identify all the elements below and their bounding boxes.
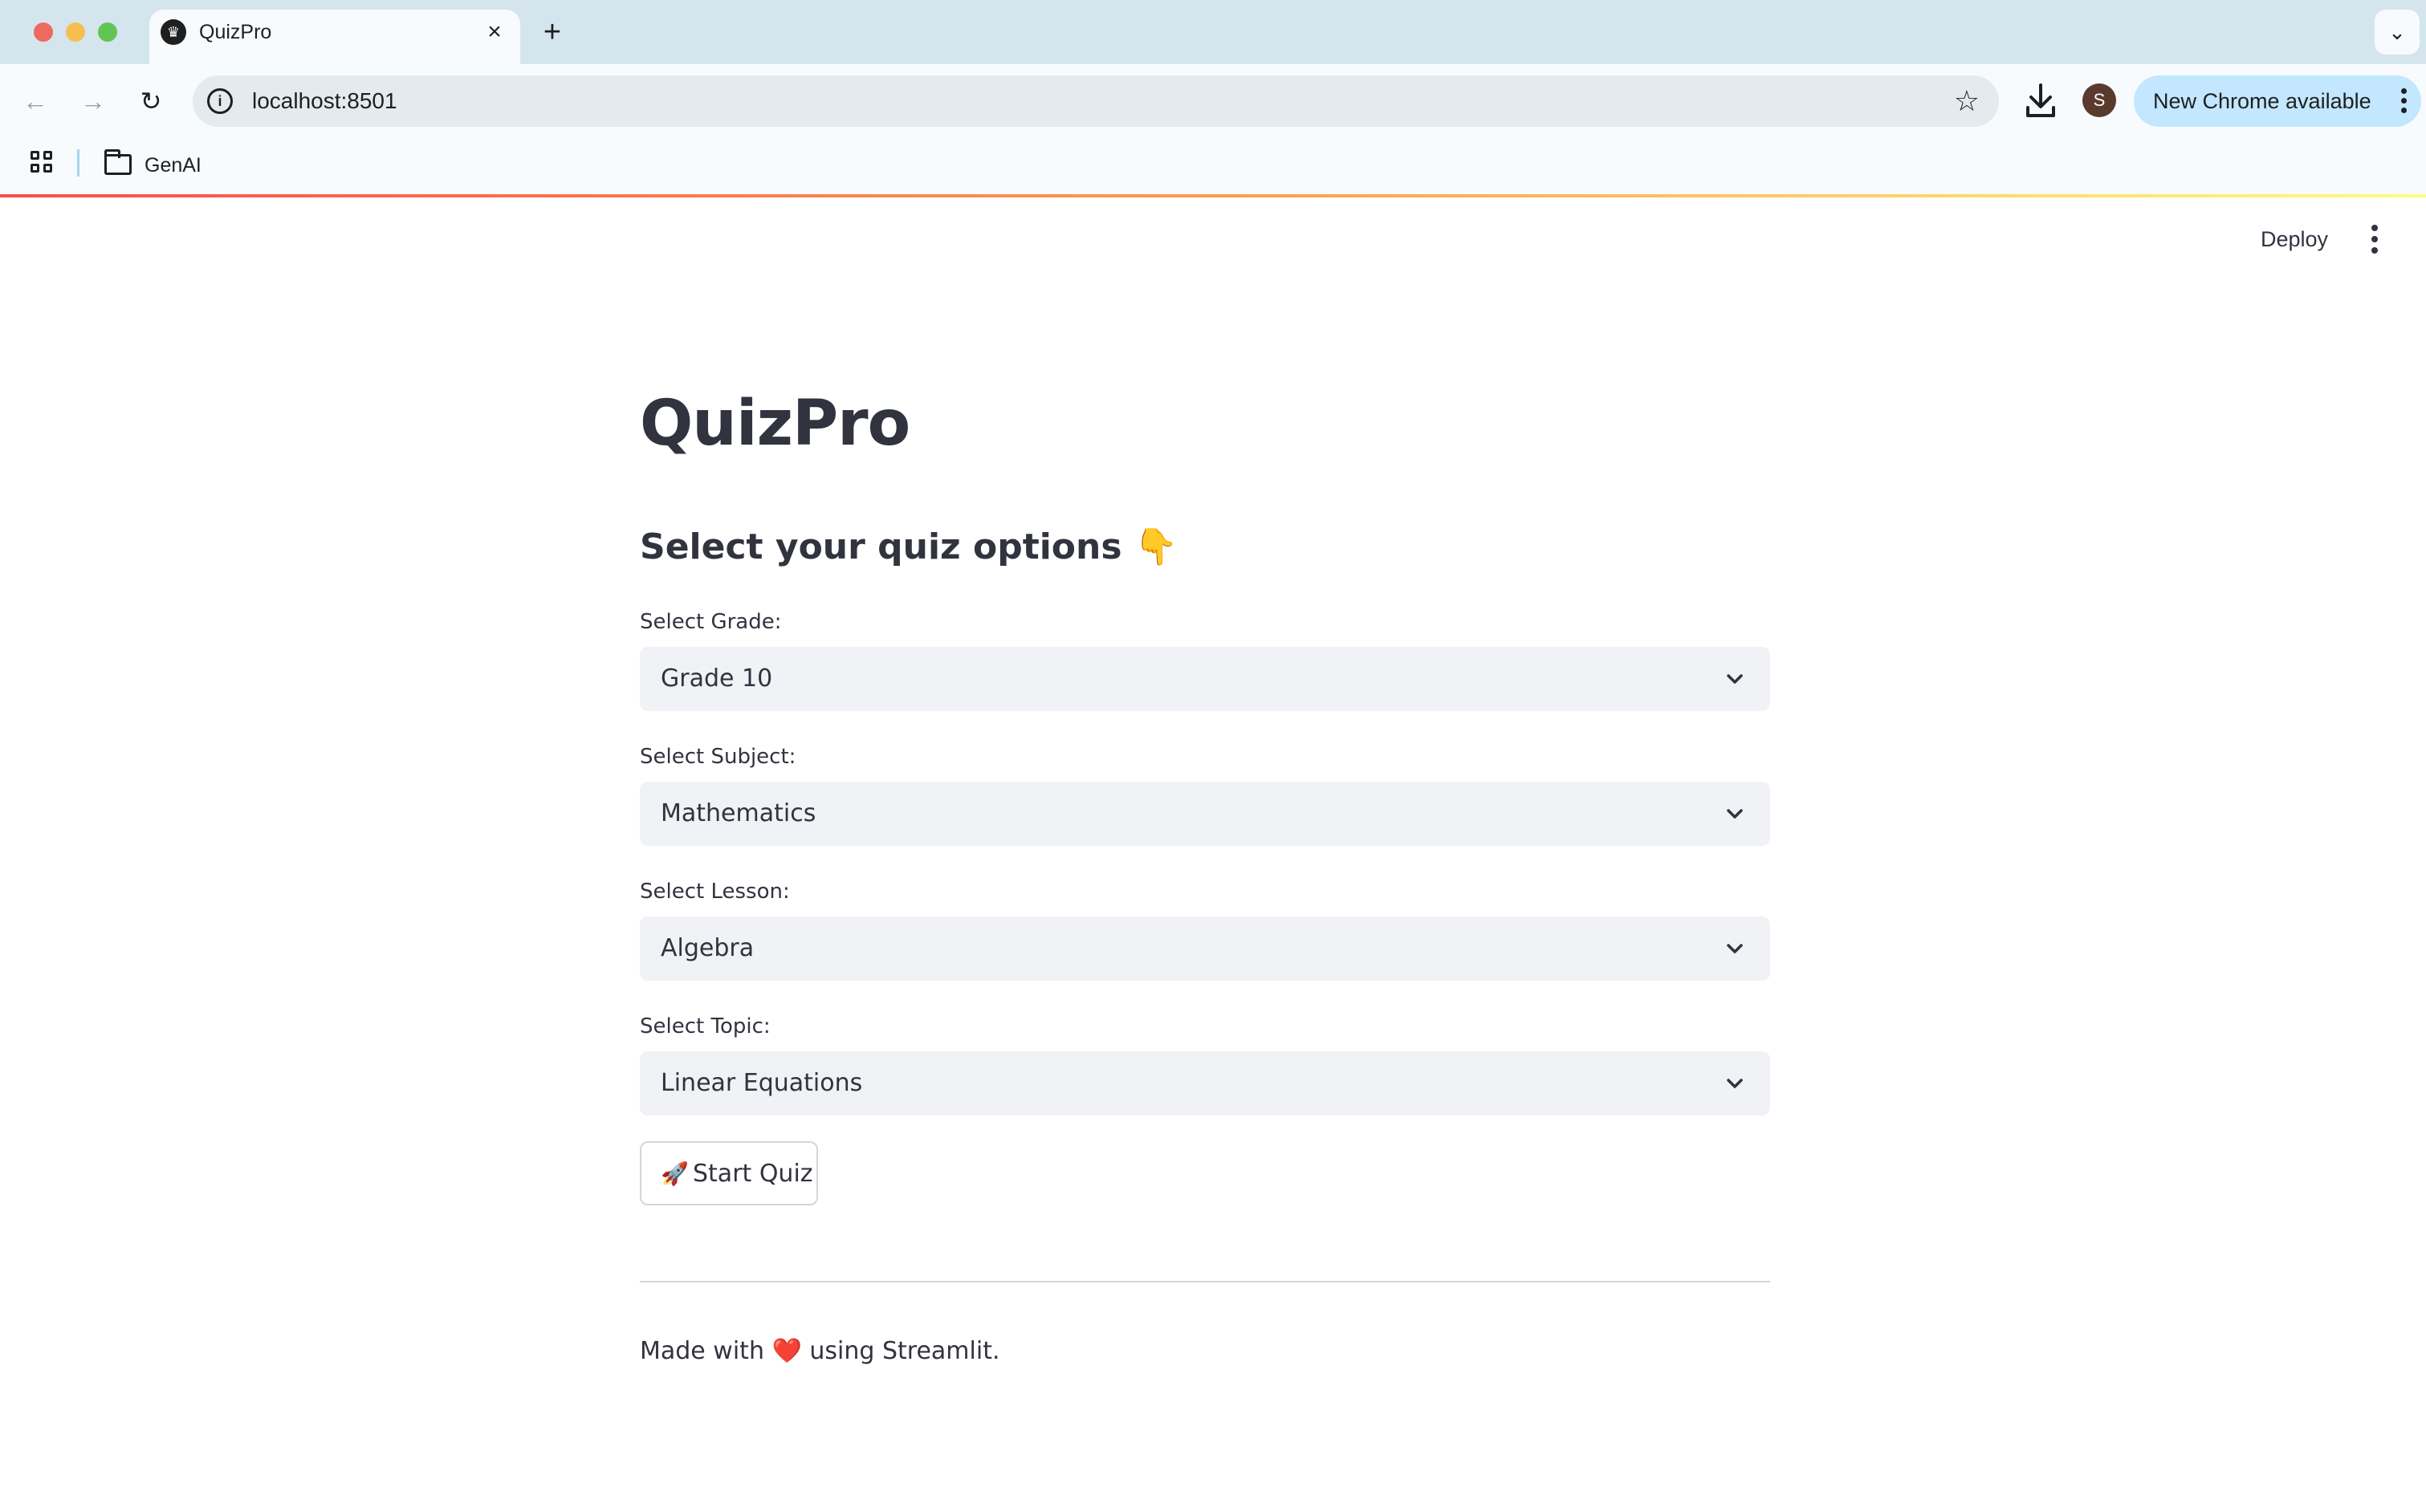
rocket-icon: 🚀	[661, 1160, 689, 1187]
grade-select[interactable]: Grade 10	[640, 647, 1770, 711]
apps-grid-icon[interactable]	[31, 151, 55, 175]
maximize-window-button[interactable]	[98, 22, 117, 42]
chevron-down-icon	[1727, 674, 1743, 684]
chevron-down-icon	[1727, 944, 1743, 953]
minimize-window-button[interactable]	[66, 22, 85, 42]
footer-suffix: using Streamlit.	[809, 1337, 1000, 1365]
bookmarks-separator	[77, 149, 79, 177]
close-window-button[interactable]	[34, 22, 53, 42]
back-arrow-icon[interactable]: ←	[16, 82, 55, 120]
app-header: Deploy	[0, 197, 2426, 286]
tab-title: QuizPro	[199, 21, 272, 43]
forward-arrow-icon[interactable]: →	[74, 82, 112, 120]
topic-label: Select Topic:	[640, 1014, 771, 1038]
grade-select-value: Grade 10	[661, 665, 773, 693]
update-label: New Chrome available	[2153, 89, 2371, 113]
start-quiz-button[interactable]: 🚀 Start Quiz	[640, 1141, 818, 1205]
reload-icon[interactable]: ↻	[132, 82, 170, 120]
horizontal-divider	[640, 1281, 1770, 1282]
topic-select-value: Linear Equations	[661, 1069, 863, 1097]
topic-select[interactable]: Linear Equations	[640, 1051, 1770, 1116]
page-title: QuizPro	[640, 388, 910, 460]
lesson-label: Select Lesson:	[640, 880, 790, 904]
chrome-menu-icon[interactable]	[2399, 87, 2408, 116]
close-tab-icon[interactable]: ×	[480, 18, 509, 47]
browser-tabstrip: ♛ QuizPro × + ⌄	[0, 0, 2426, 64]
deploy-button[interactable]: Deploy	[2248, 222, 2341, 257]
address-bar[interactable]: i localhost:8501 ☆	[193, 75, 1999, 127]
subject-select-value: Mathematics	[661, 799, 816, 827]
chevron-down-icon	[1727, 1079, 1743, 1088]
streamlit-app: Deploy QuizPro Select your quiz options …	[0, 197, 2426, 1512]
bookmarks-bar: GenAI	[0, 138, 2426, 194]
chevron-down-icon	[1727, 809, 1743, 819]
crown-icon: ♛	[161, 19, 186, 45]
start-quiz-label: Start Quiz	[693, 1160, 813, 1188]
heart-icon: ❤️	[771, 1337, 802, 1365]
grade-label: Select Grade:	[640, 610, 782, 634]
lesson-select[interactable]: Algebra	[640, 917, 1770, 981]
quiz-options-subheader: Select your quiz options 👇	[640, 526, 1178, 567]
new-tab-icon[interactable]: +	[536, 16, 568, 48]
download-icon[interactable]	[2021, 80, 2060, 122]
lesson-select-value: Algebra	[661, 934, 755, 962]
main-menu-icon[interactable]	[2365, 220, 2384, 258]
bookmark-star-icon[interactable]: ☆	[1954, 85, 1980, 117]
folder-icon	[104, 149, 132, 175]
site-info-icon[interactable]: i	[207, 88, 233, 114]
browser-toolbar: ← → ↻ i localhost:8501 ☆ S New Chrome av…	[0, 64, 2426, 138]
tab-search-chevron-icon[interactable]: ⌄	[2375, 10, 2420, 55]
new-chrome-available-button[interactable]: New Chrome available	[2134, 75, 2421, 127]
footer-prefix: Made with	[640, 1337, 764, 1365]
subject-select[interactable]: Mathematics	[640, 782, 1770, 846]
bookmark-folder-label: GenAI	[145, 154, 201, 177]
subject-label: Select Subject:	[640, 745, 796, 769]
address-url[interactable]: localhost:8501	[252, 88, 397, 114]
footer-text: Made with ❤️ using Streamlit.	[640, 1335, 1000, 1368]
browser-tab-active[interactable]: ♛ QuizPro ×	[149, 10, 520, 64]
profile-avatar[interactable]: S	[2082, 83, 2116, 117]
